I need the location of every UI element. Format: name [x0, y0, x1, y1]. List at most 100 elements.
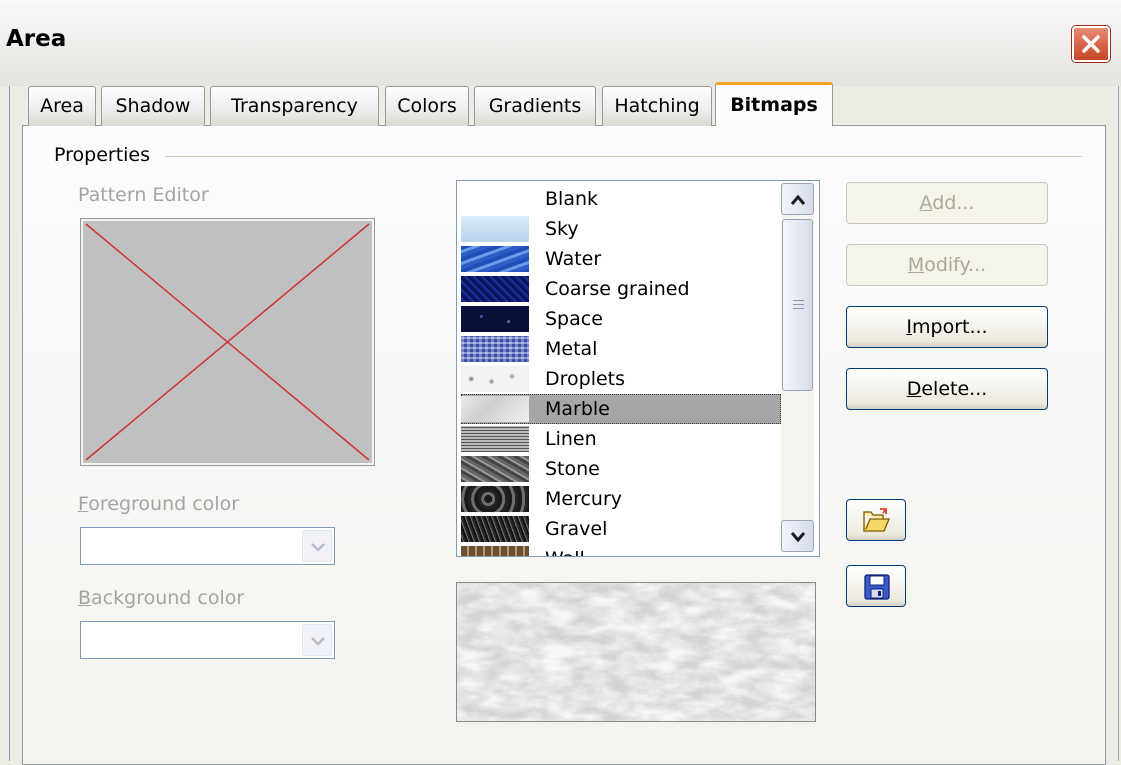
mercury-thumbnail	[461, 486, 529, 512]
list-item-label: Metal	[545, 338, 598, 360]
list-item[interactable]: Blank	[461, 184, 781, 214]
tab-colors[interactable]: Colors	[385, 86, 469, 126]
list-item-label: Mercury	[545, 488, 623, 510]
dropdown-button[interactable]	[302, 624, 332, 656]
list-item[interactable]: Wall	[461, 544, 781, 556]
tab-area[interactable]: Area	[28, 86, 96, 126]
wall-thumbnail	[461, 546, 529, 556]
pattern-editor	[80, 218, 375, 466]
list-item[interactable]: Space	[461, 304, 781, 334]
stone-thumbnail	[461, 456, 529, 482]
water-thumbnail	[461, 246, 529, 272]
list-scrollbar[interactable]	[781, 183, 814, 552]
properties-section-label: Properties	[54, 144, 155, 166]
mnemonic: B	[78, 587, 92, 609]
label-text: oreground color	[88, 493, 240, 515]
dialog-frame-right	[1118, 86, 1119, 761]
blank-thumbnail	[461, 186, 529, 212]
section-divider	[165, 156, 1082, 157]
scroll-thumb[interactable]	[782, 219, 813, 391]
metal-thumbnail	[461, 336, 529, 362]
tab-label: Gradients	[488, 95, 582, 117]
foreground-color-combo[interactable]	[80, 527, 335, 565]
list-item[interactable]: Stone	[461, 454, 781, 484]
scroll-down-button[interactable]	[781, 520, 814, 552]
list-item-label: Space	[545, 308, 603, 330]
bitmap-list[interactable]: Blank Sky Water Coarse grained Space Met…	[456, 180, 820, 557]
label-text: ackground color	[91, 587, 245, 609]
mnemonic: A	[919, 192, 933, 214]
gravel-thumbnail	[461, 516, 529, 542]
list-item[interactable]: Droplets	[461, 364, 781, 394]
droplets-thumbnail	[461, 366, 529, 392]
mnemonic: M	[907, 254, 925, 276]
list-item[interactable]: Coarse grained	[461, 274, 781, 304]
add-button[interactable]: Add...	[846, 182, 1048, 224]
chevron-down-icon	[311, 637, 325, 646]
empty-pattern-cross-icon	[85, 223, 370, 461]
list-item-label: Sky	[545, 218, 579, 240]
chevron-up-icon	[790, 194, 806, 205]
list-item-selected[interactable]: Marble	[461, 394, 781, 424]
load-bitmap-list-button[interactable]	[846, 499, 906, 541]
marble-thumbnail	[461, 396, 529, 422]
tab-label: Colors	[397, 95, 457, 117]
tab-label: Bitmaps	[730, 94, 818, 116]
mnemonic: F	[78, 493, 89, 515]
close-button[interactable]	[1072, 26, 1110, 62]
save-disk-icon	[864, 574, 890, 600]
list-item-label: Wall	[545, 545, 585, 556]
open-folder-icon	[863, 508, 890, 532]
list-item-label: Blank	[545, 188, 599, 210]
delete-button[interactable]: Delete...	[846, 368, 1048, 410]
chevron-down-icon	[790, 532, 806, 543]
mnemonic: D	[906, 378, 922, 400]
list-item[interactable]: Water	[461, 244, 781, 274]
dropdown-button[interactable]	[302, 530, 332, 562]
tab-shadow[interactable]: Shadow	[101, 86, 205, 126]
modify-button[interactable]: Modify...	[846, 244, 1048, 286]
list-item[interactable]: Sky	[461, 214, 781, 244]
label-text: mport...	[912, 316, 988, 338]
background-color-label: Background color	[78, 587, 244, 609]
chevron-down-icon	[311, 543, 325, 552]
linen-thumbnail	[461, 426, 529, 452]
list-item[interactable]: Linen	[461, 424, 781, 454]
dialog-title: Area	[6, 26, 67, 52]
import-button[interactable]: Import...	[846, 306, 1048, 348]
bitmap-preview	[456, 582, 816, 722]
marble-preview-image	[457, 583, 815, 721]
grip-icon	[793, 300, 804, 310]
tab-hatching[interactable]: Hatching	[602, 86, 712, 126]
label-text: elete...	[921, 378, 988, 400]
tab-label: Hatching	[614, 95, 700, 117]
background-color-combo[interactable]	[80, 621, 335, 659]
tab-label: Shadow	[115, 95, 191, 117]
tab-bitmaps[interactable]: Bitmaps	[715, 82, 833, 126]
list-item-label: Water	[545, 248, 602, 270]
foreground-color-label: Foreground color	[78, 493, 239, 515]
tab-label: Transparency	[231, 95, 358, 117]
list-item-label: Gravel	[545, 518, 608, 540]
list-item[interactable]: Mercury	[461, 484, 781, 514]
dialog-frame-left	[9, 86, 10, 761]
pattern-editor-label: Pattern Editor	[78, 184, 209, 206]
label-text: odify...	[924, 254, 987, 276]
list-item-label: Marble	[545, 398, 610, 420]
space-thumbnail	[461, 306, 529, 332]
label-text: dd...	[932, 192, 975, 214]
tab-label: Area	[40, 95, 84, 117]
list-item-label: Linen	[545, 428, 597, 450]
sky-thumbnail	[461, 216, 529, 242]
close-icon	[1082, 35, 1100, 53]
tab-transparency[interactable]: Transparency	[210, 86, 379, 126]
scroll-up-button[interactable]	[781, 183, 814, 215]
list-item-label: Stone	[545, 458, 600, 480]
list-item[interactable]: Gravel	[461, 514, 781, 544]
list-item-label: Droplets	[545, 368, 626, 390]
dialog-titlebar: Area	[0, 0, 1121, 86]
save-bitmap-list-button[interactable]	[846, 565, 906, 607]
tab-gradients[interactable]: Gradients	[474, 86, 596, 126]
list-item-label: Coarse grained	[545, 278, 690, 300]
list-item[interactable]: Metal	[461, 334, 781, 364]
